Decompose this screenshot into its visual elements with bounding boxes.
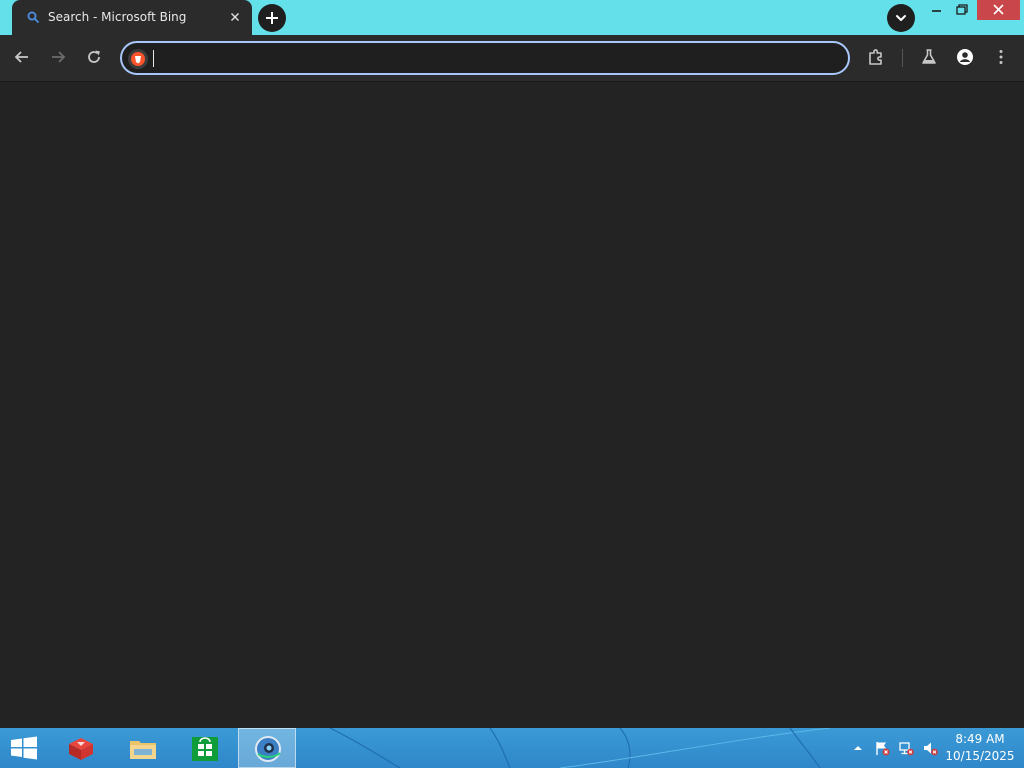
toolbar-separator (902, 49, 903, 67)
reload-icon[interactable] (84, 47, 104, 67)
globe-browser-icon (255, 736, 281, 762)
store-bag-icon (192, 737, 218, 761)
taskbar-file-explorer[interactable] (114, 728, 172, 768)
text-caret (153, 50, 154, 67)
bing-search-icon (27, 11, 39, 23)
tab-title: Search - Microsoft Bing (48, 10, 187, 24)
tab-search-button[interactable] (887, 4, 915, 32)
window-close-button[interactable] (977, 0, 1020, 20)
address-input[interactable] (154, 46, 834, 70)
plus-icon (266, 12, 278, 24)
taskbar-app-red-cube[interactable] (52, 728, 110, 768)
clock-time: 8:49 AM (955, 732, 1005, 746)
taskbar-browser[interactable] (238, 728, 296, 768)
taskbar: 8:49 AM 10/15/2025 (0, 728, 1024, 768)
chevron-down-icon (896, 15, 906, 21)
new-tab-button[interactable] (258, 4, 286, 32)
clock-date: 10/15/2025 (945, 749, 1015, 763)
site-info-button[interactable] (128, 49, 148, 69)
brave-lion-icon (131, 52, 145, 66)
page-content (0, 81, 1024, 728)
arrow-left-icon[interactable] (12, 47, 32, 67)
network-error-icon[interactable] (898, 740, 914, 756)
windows-logo-icon (11, 736, 37, 760)
tab-bing-search[interactable]: Search - Microsoft Bing (12, 0, 252, 35)
folder-icon (130, 741, 156, 759)
close-icon (993, 4, 1004, 15)
address-bar[interactable] (120, 41, 850, 75)
taskbar-store[interactable] (176, 728, 234, 768)
flag-error-icon[interactable] (874, 740, 890, 756)
kebab-menu-icon[interactable] (991, 47, 1011, 67)
volume-muted-icon[interactable] (922, 740, 938, 756)
puzzle-icon[interactable] (866, 47, 886, 67)
browser-titlebar: Search - Microsoft Bing (0, 0, 1024, 35)
close-icon[interactable] (228, 10, 242, 24)
flask-icon[interactable] (919, 47, 939, 67)
arrow-right-icon[interactable] (48, 47, 68, 67)
browser-toolbar (0, 35, 1024, 81)
taskbar-clock[interactable]: 8:49 AM 10/15/2025 (944, 731, 1016, 765)
show-hidden-icons-icon[interactable] (850, 740, 866, 756)
start-button[interactable] (0, 728, 48, 768)
person-icon[interactable] (955, 47, 975, 67)
restore-button[interactable] (948, 0, 976, 20)
red-cube-icon (69, 738, 93, 760)
restore-icon (956, 4, 968, 15)
